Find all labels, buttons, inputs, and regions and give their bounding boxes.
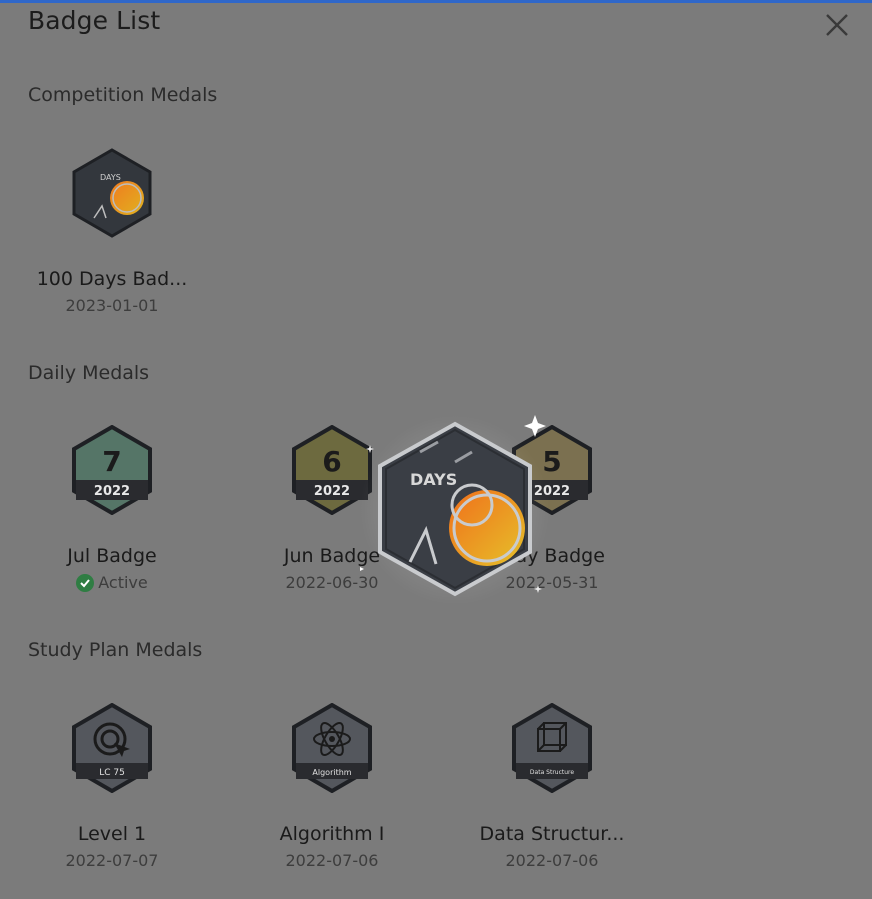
- badge-jul[interactable]: 7 2022 Jul Badge Active: [22, 425, 202, 593]
- svg-text:7: 7: [102, 445, 121, 478]
- jul-badge-icon: 7 2022: [72, 425, 152, 515]
- svg-text:2022: 2022: [94, 484, 130, 499]
- badge-algorithm-1[interactable]: Algorithm Algorithm I 2022-07-06: [242, 703, 422, 870]
- svg-text:Data Structure: Data Structure: [530, 769, 574, 776]
- badge-level-1[interactable]: LC 75 Level 1 2022-07-07: [22, 703, 202, 870]
- svg-text:DAYS: DAYS: [410, 470, 457, 489]
- cube-icon: Data Structure: [512, 703, 592, 793]
- badge-name: Level 1: [77, 823, 147, 845]
- 100-days-badge-icon: DAYS: [72, 148, 152, 238]
- section-title-daily: Daily Medals: [28, 362, 150, 384]
- badge-name: 100 Days Bad...: [36, 268, 188, 290]
- badge-date: 2022-07-07: [65, 851, 159, 870]
- badge-date: 2023-01-01: [65, 296, 159, 315]
- active-label: Active: [98, 573, 148, 592]
- check-circle-icon: [76, 573, 95, 592]
- badge-name: Data Structur...: [479, 823, 625, 845]
- badge-status: Active: [76, 573, 148, 592]
- badge-name: Jul Badge: [67, 545, 157, 567]
- section-title-study-plan: Study Plan Medals: [28, 639, 203, 661]
- badge-name: Algorithm I: [279, 823, 385, 845]
- atom-icon: Algorithm: [292, 703, 372, 793]
- target-icon: LC 75: [72, 703, 152, 793]
- svg-text:Algorithm: Algorithm: [312, 768, 351, 777]
- section-title-competition: Competition Medals: [28, 84, 218, 106]
- page-title: Badge List: [28, 6, 161, 35]
- badge-data-structure[interactable]: Data Structure Data Structur... 2022-07-…: [462, 703, 642, 870]
- close-icon[interactable]: [820, 8, 854, 42]
- svg-text:6: 6: [322, 445, 341, 478]
- 100-days-badge-large-icon[interactable]: DAYS: [360, 410, 550, 610]
- badge-100-days[interactable]: DAYS 100 Days Bad... 2023-01-01: [22, 148, 202, 315]
- top-accent-bar: [0, 0, 872, 3]
- badge-date: 2022-07-06: [505, 851, 599, 870]
- badge-date: 2022-07-06: [285, 851, 379, 870]
- svg-text:DAYS: DAYS: [100, 173, 121, 182]
- svg-text:LC 75: LC 75: [99, 768, 125, 778]
- svg-text:2022: 2022: [314, 484, 350, 499]
